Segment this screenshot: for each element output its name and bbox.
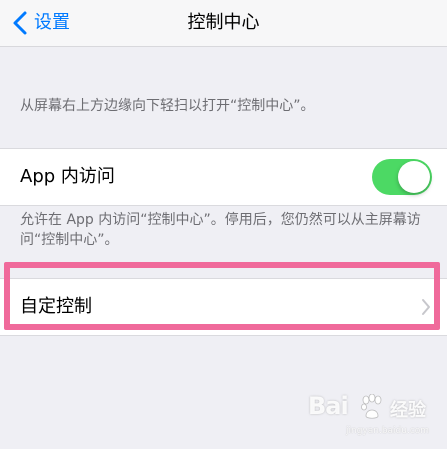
watermark-logo: Bai: [308, 392, 349, 420]
watermark-url: jingyan.baidu.com: [346, 426, 430, 436]
customize-controls-label: 自定控制: [20, 296, 92, 317]
toggle-knob: [398, 161, 430, 193]
disclosure-chevron-icon: [422, 299, 430, 315]
swipe-description: 从屏幕右上方边缘向下轻扫以打开“控制中心”。: [20, 98, 315, 114]
baidu-watermark: Bai 经验 jingyan.baidu.com: [308, 388, 438, 444]
access-within-apps-toggle[interactable]: [372, 159, 432, 195]
watermark-suffix: 经验: [390, 400, 426, 421]
baidu-paw-icon: [361, 394, 382, 419]
customize-controls-row[interactable]: 自定控制: [0, 278, 447, 336]
access-within-apps-label: App 内访问: [20, 166, 115, 187]
navigation-bar: 设置 控制中心: [0, 0, 447, 47]
page-title: 控制中心: [187, 12, 260, 33]
access-within-apps-row: App 内访问: [0, 148, 447, 206]
access-description: 允许在 App 内访问“控制中心”。停用后，您仍然可以从主屏幕访问“控制中心”。: [20, 212, 421, 248]
